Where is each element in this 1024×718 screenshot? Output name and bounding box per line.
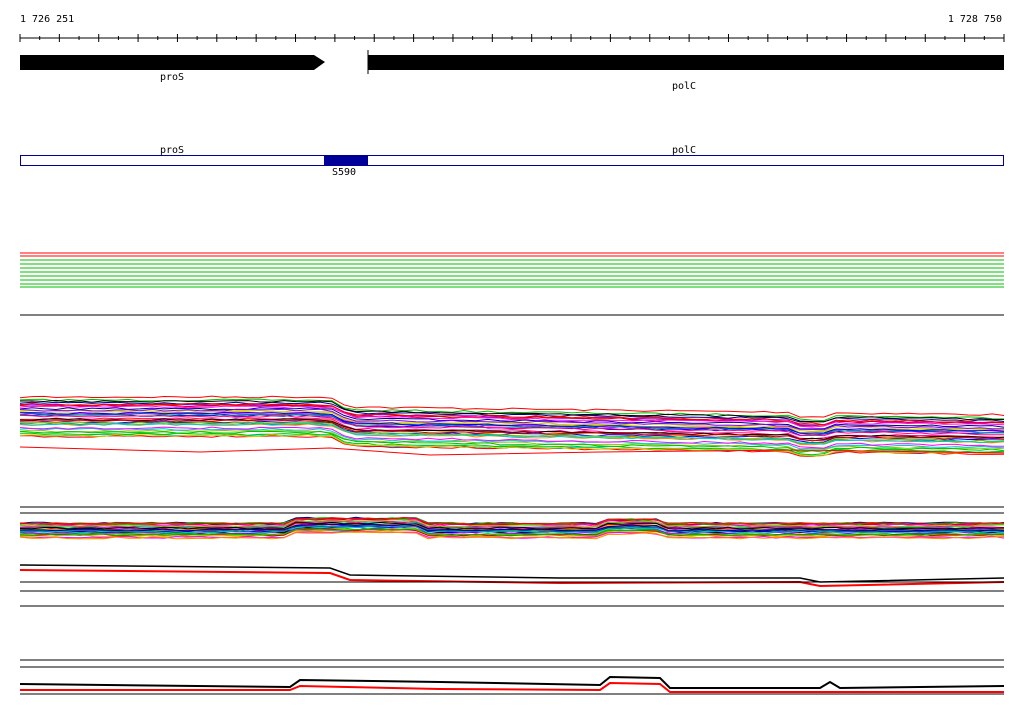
profile-line-highlight bbox=[19, 446, 1005, 456]
expression-profile-track-3 bbox=[19, 675, 1005, 695]
coordinate-ruler: 1 726 251 1 728 750 bbox=[19, 14, 1005, 42]
expression-profile-track-2 bbox=[19, 516, 1005, 540]
genome-tracks-svg: 1 726 251 1 728 750 proS polC proS polC … bbox=[19, 14, 1005, 695]
annotation-feature-s590[interactable] bbox=[324, 155, 368, 166]
expression-profile-track-2-highlight bbox=[19, 564, 1005, 588]
profile-line-black bbox=[19, 564, 1005, 583]
ruler-end-label: 1 728 750 bbox=[948, 14, 1002, 25]
gene-track: proS polC bbox=[20, 50, 1004, 92]
gene-label-polc: polC bbox=[672, 81, 696, 92]
annotation-gene-label-pros: proS bbox=[160, 145, 184, 156]
annotation-region-box bbox=[20, 155, 1004, 166]
annotation-gene-label-polc: polC bbox=[672, 145, 696, 156]
expression-profile-track-1 bbox=[19, 395, 1005, 458]
gene-arrow-pros[interactable] bbox=[20, 55, 325, 70]
genome-browser-view: 1 726 251 1 728 750 proS polC proS polC … bbox=[0, 0, 1024, 714]
gene-label-pros: proS bbox=[160, 72, 184, 83]
annotation-feature-label: S590 bbox=[332, 167, 356, 178]
gene-arrow-polc[interactable] bbox=[368, 55, 1004, 70]
ruler-start-label: 1 726 251 bbox=[20, 14, 74, 25]
profile-line-black bbox=[19, 675, 1005, 690]
annotation-track: proS polC S590 bbox=[20, 145, 1004, 178]
flat-lines-track bbox=[20, 252, 1004, 288]
profile-line bbox=[19, 516, 1005, 525]
